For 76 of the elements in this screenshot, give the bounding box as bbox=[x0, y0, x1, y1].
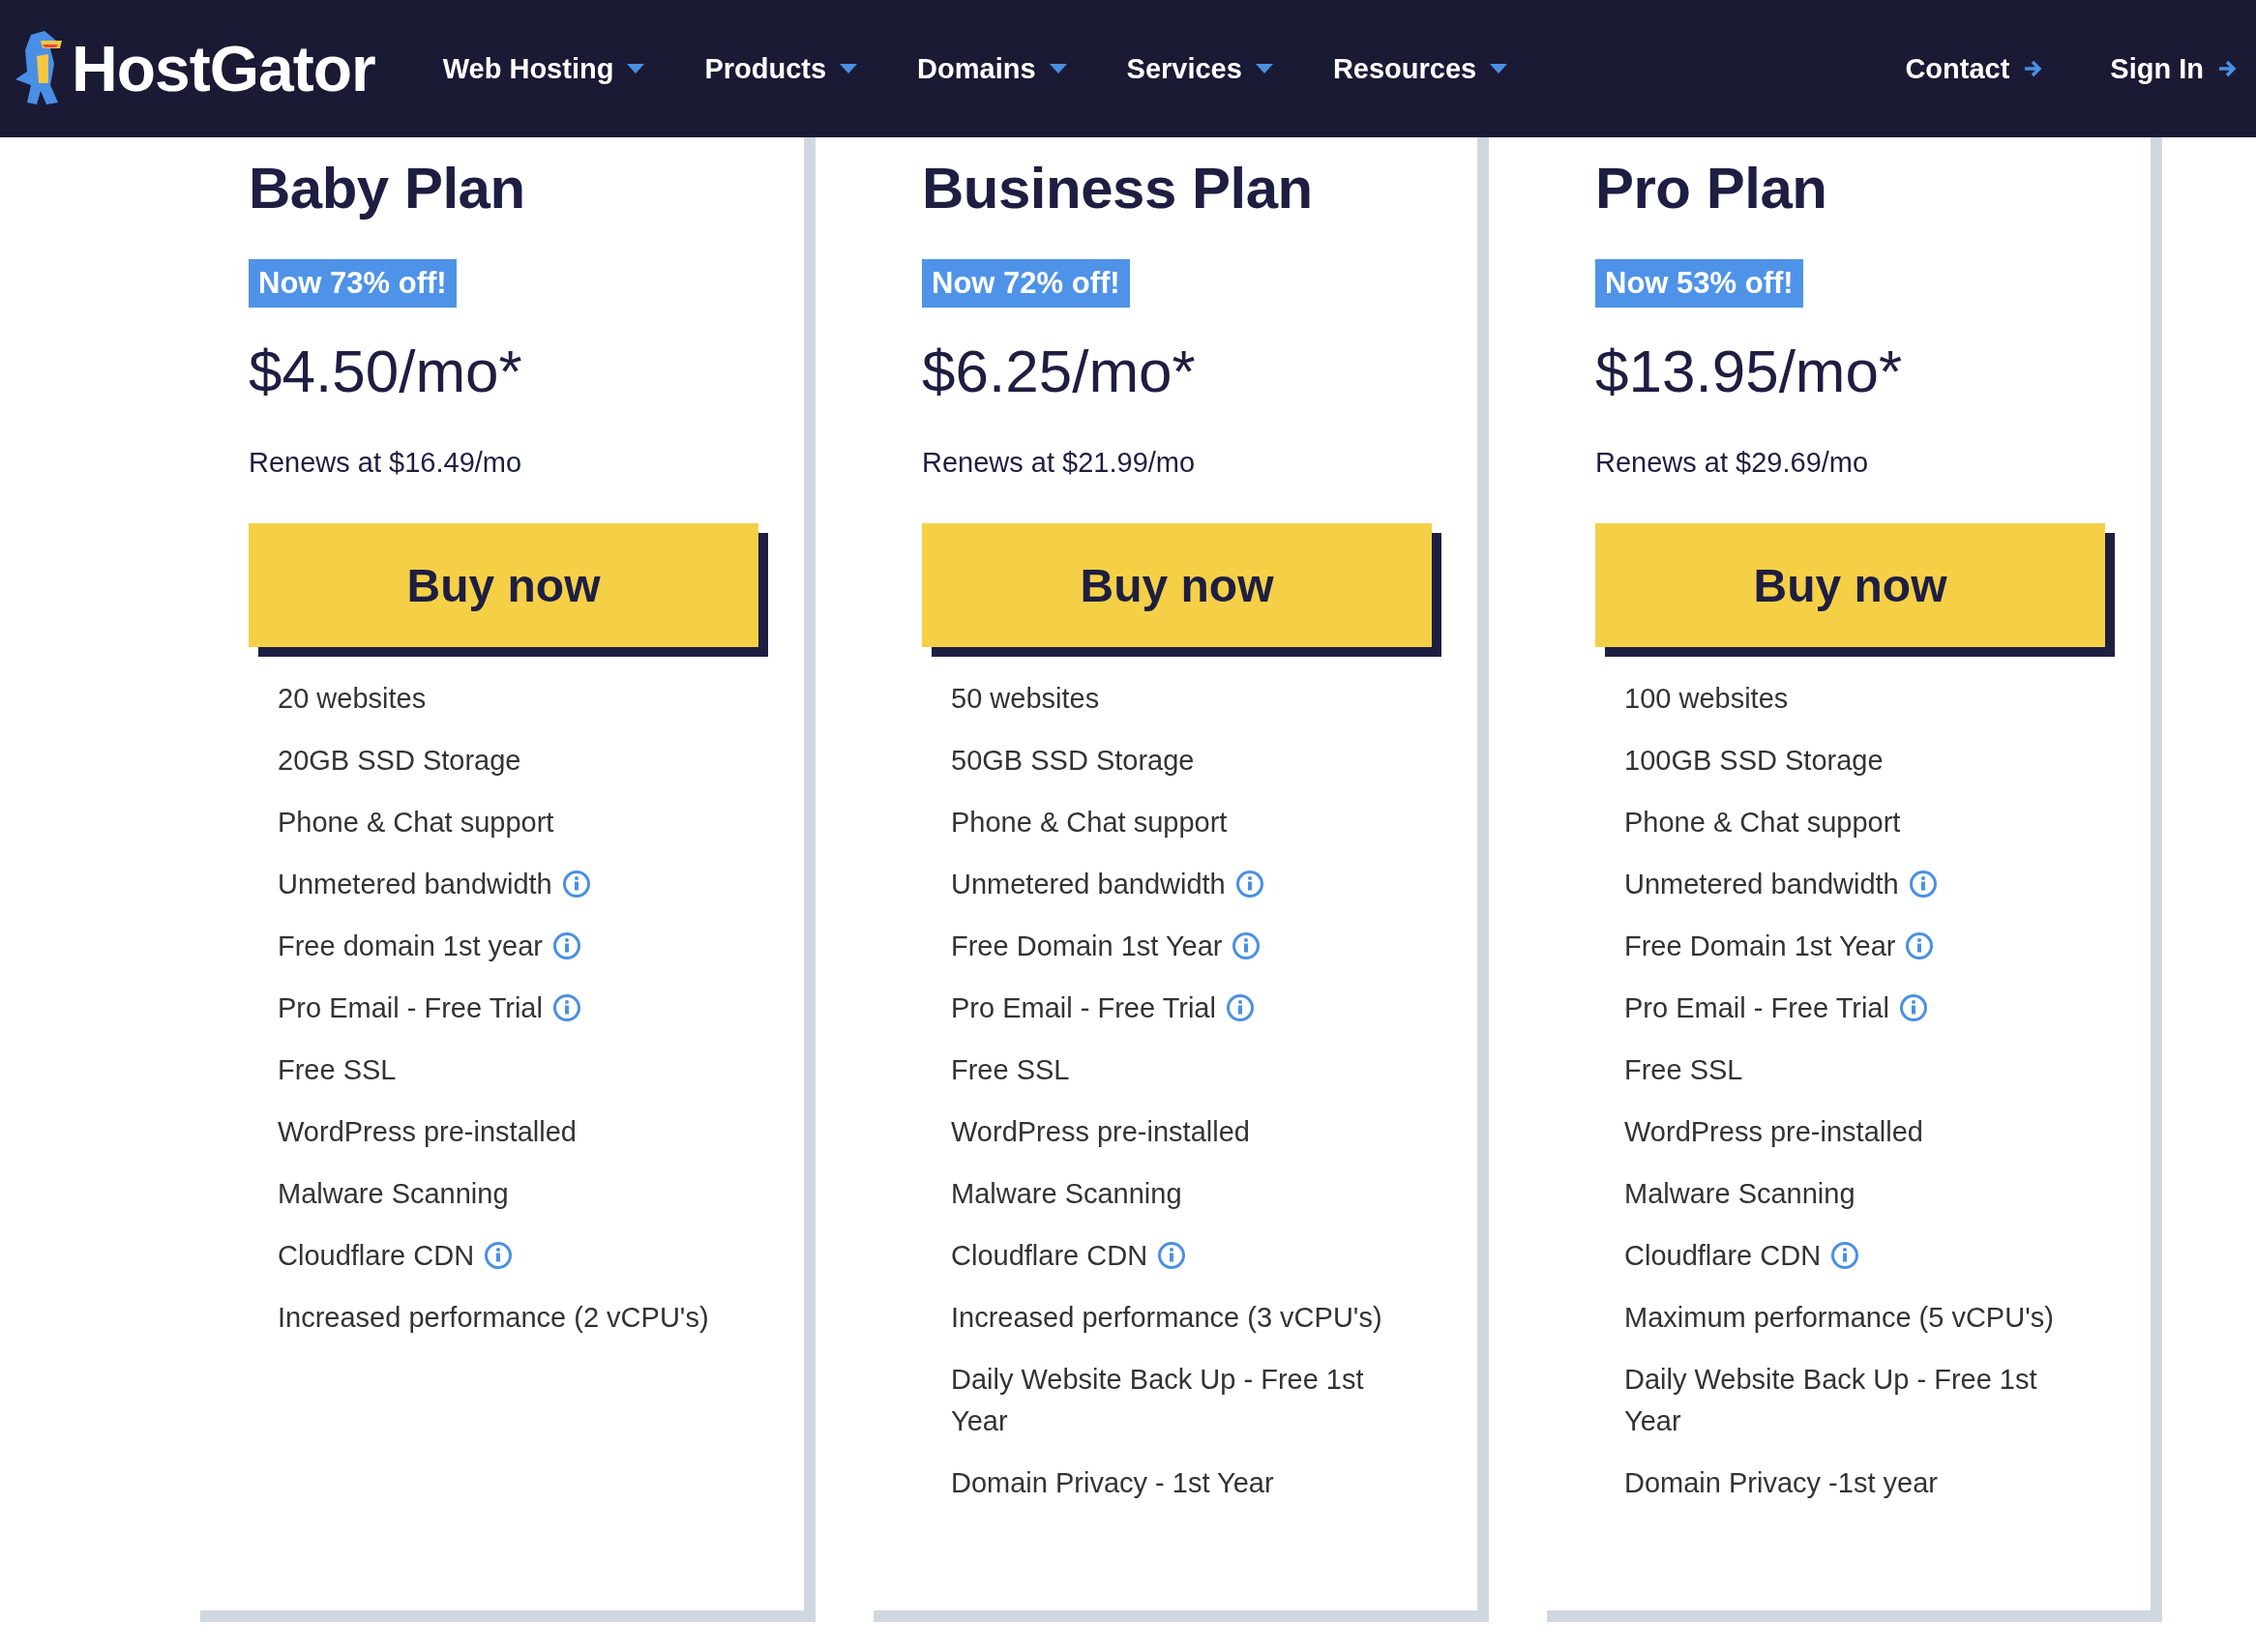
info-icon[interactable] bbox=[552, 931, 581, 960]
feature-text: 100GB SSD Storage bbox=[1624, 745, 1884, 776]
plan-name: Pro Plan bbox=[1595, 155, 1827, 222]
plan-name: Baby Plan bbox=[249, 155, 525, 222]
renewal-price: Renews at $29.69/mo bbox=[1595, 446, 1869, 480]
info-icon[interactable] bbox=[1908, 870, 1938, 899]
caret-icon bbox=[1049, 64, 1067, 74]
caret-icon bbox=[627, 64, 645, 74]
feature-text: Pro Email - Free Trial bbox=[1624, 992, 1889, 1023]
feature-text: Malware Scanning bbox=[951, 1178, 1182, 1209]
feature-text: Free Domain 1st Year bbox=[1624, 930, 1896, 961]
plan-name: Business Plan bbox=[922, 155, 1313, 222]
nav-link[interactable]: Contact bbox=[1905, 52, 2043, 85]
info-icon[interactable] bbox=[1898, 993, 1928, 1022]
info-icon[interactable] bbox=[1157, 1241, 1187, 1270]
info-icon[interactable] bbox=[1905, 931, 1935, 960]
caret-icon bbox=[840, 64, 858, 74]
plan-price: $6.25/mo* bbox=[922, 337, 1196, 406]
feature-text: Domain Privacy - 1st Year bbox=[951, 1467, 1274, 1498]
discount-badge: Now 73% off! bbox=[249, 259, 457, 308]
feature-text: Domain Privacy -1st year bbox=[1624, 1467, 1938, 1498]
caret-icon bbox=[1255, 64, 1273, 74]
feature-text: Daily Website Back Up - Free 1st Year bbox=[1624, 1364, 2037, 1436]
nav-link[interactable]: Sign In bbox=[2110, 52, 2237, 85]
info-icon[interactable] bbox=[1234, 870, 1264, 899]
feature-text: Pro Email - Free Trial bbox=[278, 992, 543, 1023]
arrow-right-icon bbox=[2217, 59, 2237, 78]
feature-text: Cloudflare CDN bbox=[951, 1240, 1148, 1271]
info-icon[interactable] bbox=[1830, 1241, 1860, 1270]
feature-text: 50 websites bbox=[951, 683, 1100, 714]
info-icon[interactable] bbox=[1225, 993, 1255, 1022]
nav-item[interactable]: Web Hosting bbox=[442, 52, 645, 85]
feature-text: 20GB SSD Storage bbox=[278, 745, 521, 776]
feature-text: Phone & Chat support bbox=[278, 807, 554, 838]
feature-text: 50GB SSD Storage bbox=[951, 745, 1195, 776]
caret-icon bbox=[1490, 64, 1508, 74]
nav-item[interactable]: Domains bbox=[917, 52, 1067, 85]
renewal-price: Renews at $21.99/mo bbox=[922, 446, 1196, 480]
feature-text: Increased performance (3 vCPU's) bbox=[951, 1302, 1382, 1333]
feature-text: Malware Scanning bbox=[1624, 1178, 1855, 1209]
feature-text: Free SSL bbox=[278, 1054, 397, 1085]
feature-text: Free domain 1st year bbox=[278, 930, 543, 961]
feature-text: WordPress pre-installed bbox=[951, 1116, 1250, 1147]
nav-item[interactable]: Resources bbox=[1332, 52, 1508, 85]
info-icon[interactable] bbox=[551, 993, 581, 1022]
feature-text: Maximum performance (5 vCPU's) bbox=[1624, 1302, 2054, 1333]
feature-text: Increased performance (2 vCPU's) bbox=[278, 1302, 709, 1333]
feature-text: Free Domain 1st Year bbox=[951, 930, 1223, 961]
nav-item[interactable]: Products bbox=[704, 52, 858, 85]
info-icon[interactable] bbox=[1232, 931, 1262, 960]
feature-text: Free SSL bbox=[951, 1054, 1070, 1085]
plan-price: $4.50/mo* bbox=[249, 337, 522, 406]
feature-text: Daily Website Back Up - Free 1st Year bbox=[951, 1364, 1364, 1436]
discount-badge: Now 72% off! bbox=[922, 259, 1130, 308]
feature-text: Cloudflare CDN bbox=[278, 1240, 475, 1271]
feature-text: Phone & Chat support bbox=[951, 807, 1228, 838]
info-icon[interactable] bbox=[484, 1241, 514, 1270]
logo-wordmark[interactable]: HostGator bbox=[72, 32, 375, 105]
feature-text: WordPress pre-installed bbox=[1624, 1116, 1923, 1147]
feature-text: 20 websites bbox=[278, 683, 427, 714]
feature-text: WordPress pre-installed bbox=[278, 1116, 577, 1147]
feature-text: Unmetered bandwidth bbox=[1624, 869, 1899, 900]
renewal-price: Renews at $16.49/mo bbox=[249, 446, 522, 480]
feature-text: Phone & Chat support bbox=[1624, 807, 1901, 838]
feature-text: Unmetered bandwidth bbox=[278, 869, 552, 900]
feature-text: Pro Email - Free Trial bbox=[951, 992, 1216, 1023]
feature-text: Cloudflare CDN bbox=[1624, 1240, 1822, 1271]
nav-item[interactable]: Services bbox=[1126, 52, 1273, 85]
feature-text: Free SSL bbox=[1624, 1054, 1743, 1085]
feature-text: 100 websites bbox=[1624, 683, 1789, 714]
arrow-right-icon bbox=[2023, 59, 2043, 78]
discount-badge: Now 53% off! bbox=[1595, 259, 1803, 308]
info-icon[interactable] bbox=[561, 870, 591, 899]
plan-price: $13.95/mo* bbox=[1595, 337, 1903, 406]
feature-text: Unmetered bandwidth bbox=[951, 869, 1226, 900]
feature-text: Malware Scanning bbox=[278, 1178, 509, 1209]
